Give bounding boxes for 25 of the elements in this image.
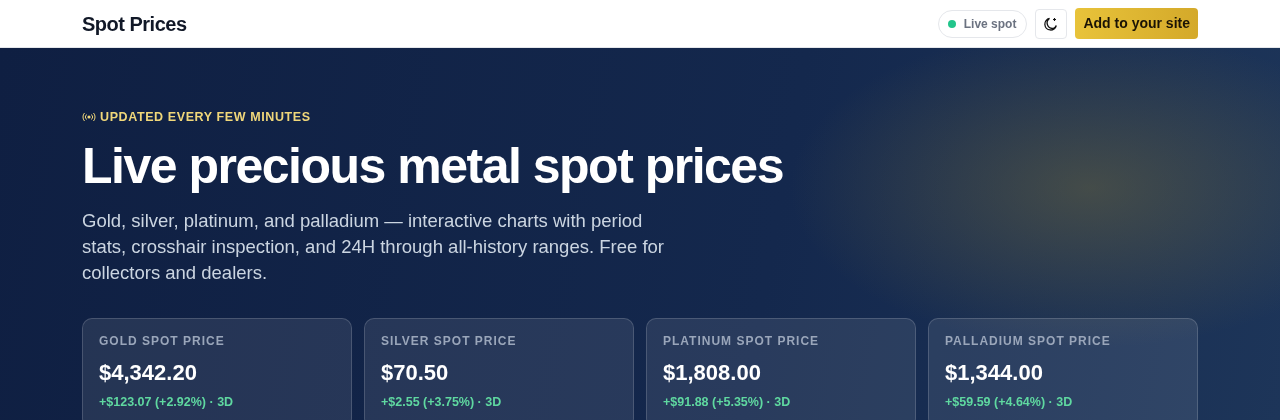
moon-icon bbox=[1043, 15, 1060, 32]
brand-name[interactable]: Spot Prices bbox=[82, 8, 187, 39]
card-label: PALLADIUM SPOT PRICE bbox=[945, 332, 1112, 350]
price-change: +$91.88 (+5.35%) · 3D bbox=[663, 393, 792, 411]
eyebrow-text: UPDATED EVERY FEW MINUTES bbox=[100, 109, 311, 126]
card-label: GOLD SPOT PRICE bbox=[99, 332, 226, 350]
live-status-pill: Live spot bbox=[937, 9, 1028, 38]
price-change: +$59.59 (+4.64%) · 3D bbox=[945, 393, 1074, 411]
price-card[interactable]: PALLADIUM SPOT PRICE $1,344.00 +$59.59 (+4.64%) · 3D bbox=[928, 317, 1198, 420]
price-card[interactable]: PLATINUM SPOT PRICE $1,808.00 +$91.88 (+5.35%) · 3D bbox=[646, 317, 916, 420]
theme-toggle-button[interactable] bbox=[1035, 8, 1068, 39]
hero-title: Live precious metal spot prices bbox=[82, 138, 784, 194]
price-value: $70.50 bbox=[381, 358, 450, 387]
card-label: SILVER SPOT PRICE bbox=[381, 332, 518, 350]
hero-description: Gold, silver, platinum, and palladium — interactive charts with period stats, crosshair inspection, and 24H through all-history ranges. Free for collectors and dealers. bbox=[82, 208, 665, 285]
add-to-site-button[interactable]: Add to your site bbox=[1075, 8, 1198, 39]
price-card[interactable]: SILVER SPOT PRICE $70.50 +$2.55 (+3.75%) · 3D bbox=[364, 317, 634, 420]
card-label: PLATINUM SPOT PRICE bbox=[663, 332, 821, 350]
broadcast-icon bbox=[82, 112, 96, 123]
price-change: +$123.07 (+2.92%) · 3D bbox=[99, 393, 235, 411]
price-card[interactable]: GOLD SPOT PRICE $4,342.20 +$123.07 (+2.92%) · 3D bbox=[82, 317, 352, 420]
price-value: $1,344.00 bbox=[945, 358, 1044, 387]
price-value: $4,342.20 bbox=[99, 358, 198, 387]
price-change: +$2.55 (+3.75%) · 3D bbox=[381, 393, 503, 411]
price-value: $1,808.00 bbox=[663, 358, 762, 387]
